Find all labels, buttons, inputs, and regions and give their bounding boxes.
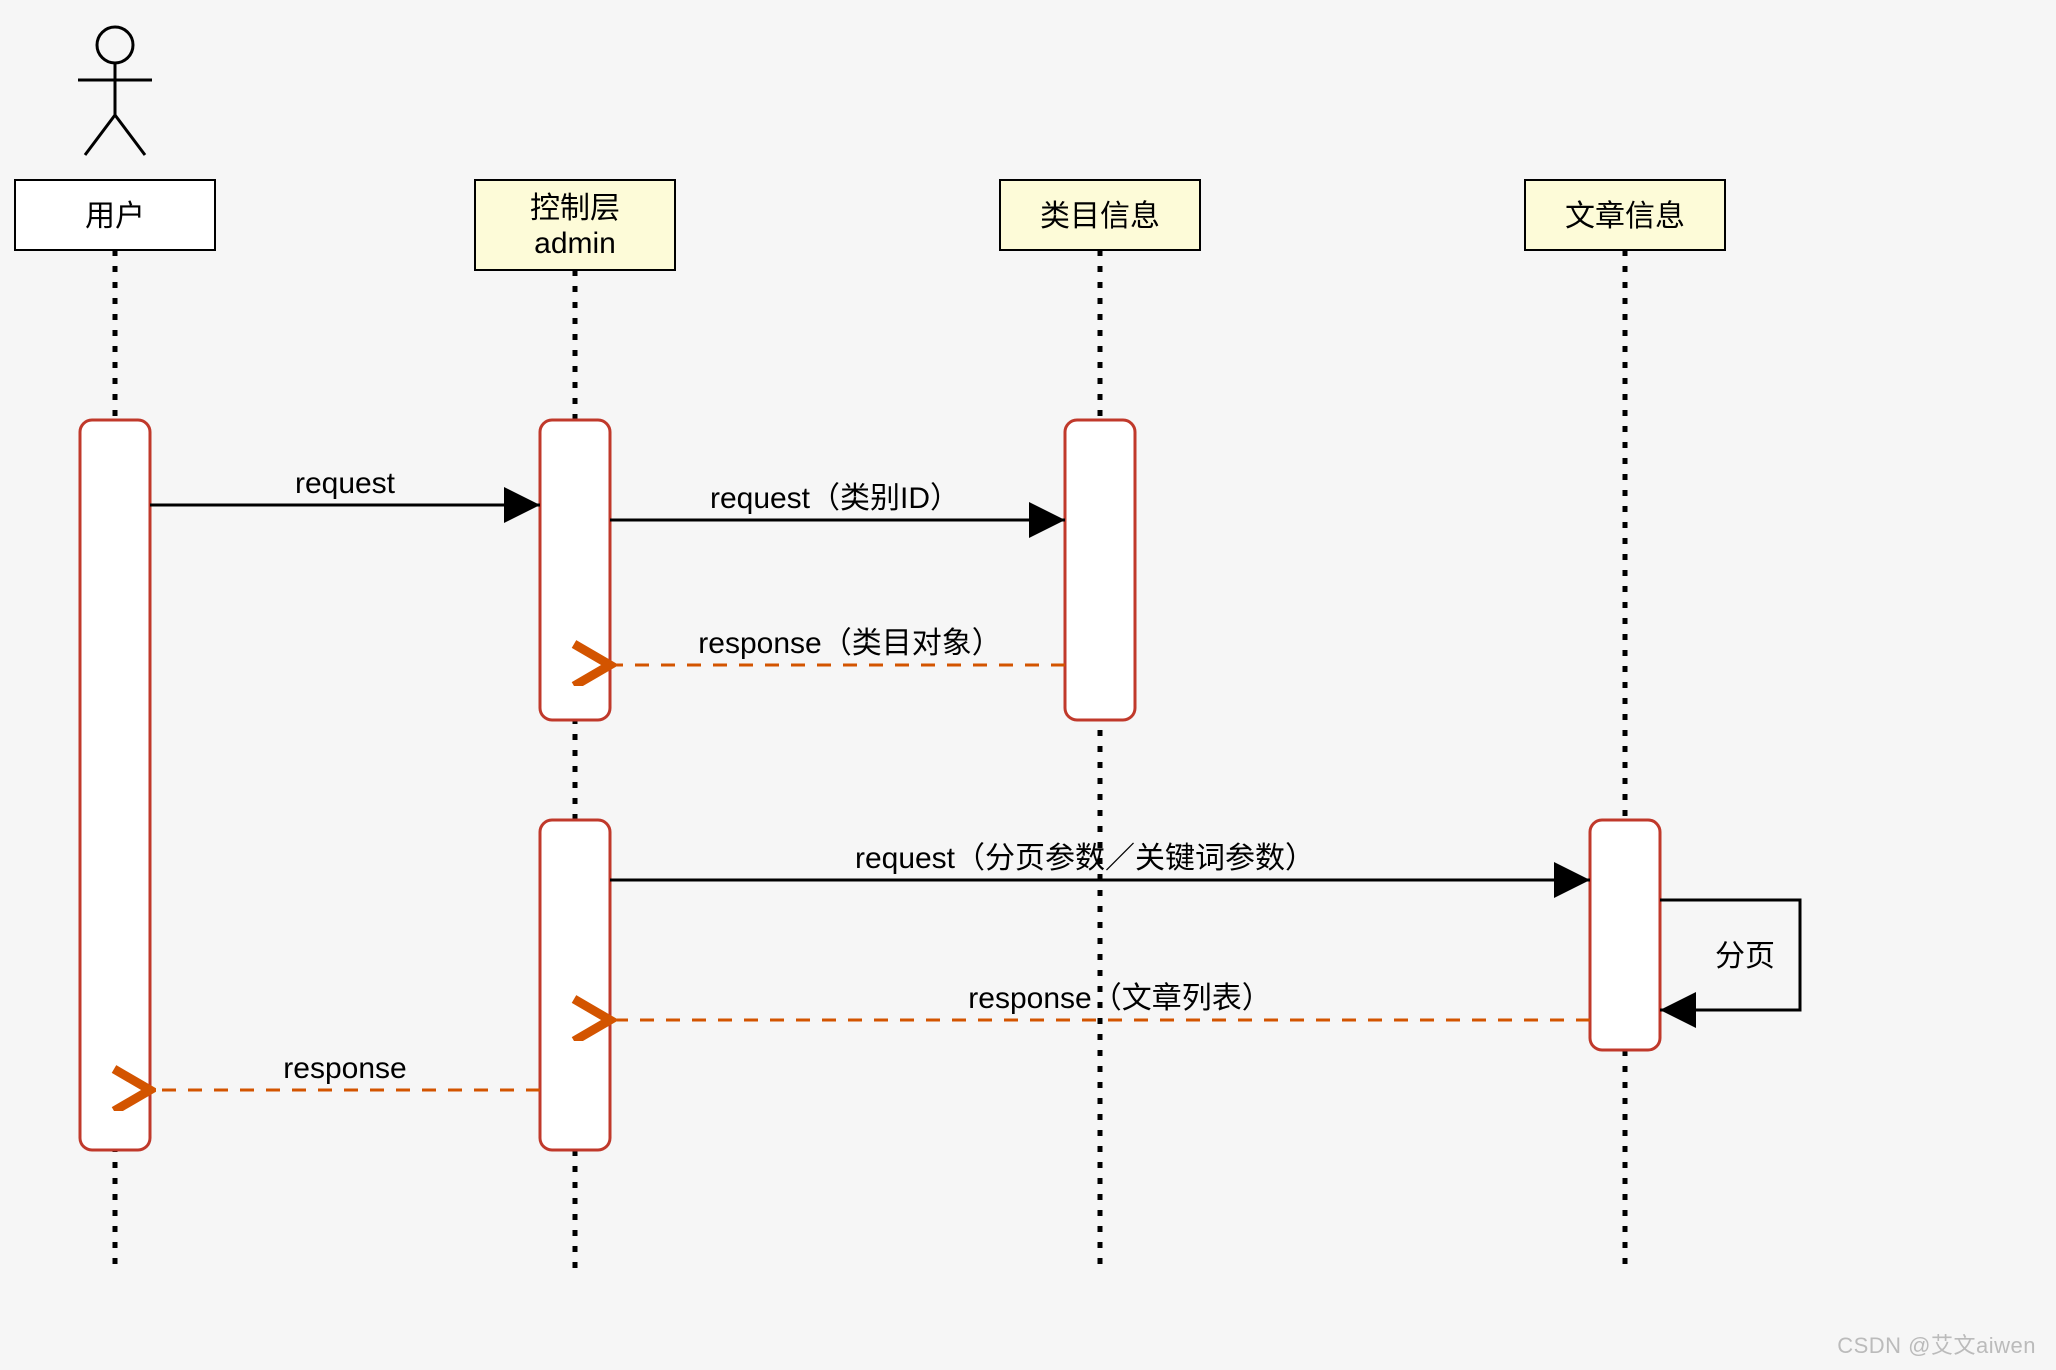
msg-self-pagination: 分页: [1660, 900, 1800, 1010]
msg-response-5-label: response（文章列表）: [968, 982, 1271, 1015]
activation-admin-2: [540, 820, 610, 1150]
activation-admin-1: [540, 420, 610, 720]
msg-request-4-label: request（分页参数／关键词参数）: [855, 842, 1315, 875]
activation-user: [80, 420, 150, 1150]
participant-category: 类目信息: [1000, 180, 1200, 250]
activation-category: [1065, 420, 1135, 720]
participant-admin-label1: 控制层: [530, 192, 620, 225]
sequence-diagram: 用户 控制层 admin 类目信息 文章信息 request request（类…: [0, 0, 2056, 1370]
msg-response-3-label: response（类目对象）: [698, 627, 1001, 660]
participant-admin: 控制层 admin: [475, 180, 675, 270]
participant-admin-label2: admin: [534, 227, 616, 260]
activation-article: [1590, 820, 1660, 1050]
participant-article-label: 文章信息: [1565, 200, 1685, 233]
participant-article: 文章信息: [1525, 180, 1725, 250]
msg-request-1-label: request: [295, 467, 396, 500]
watermark: CSDN @艾文aiwen: [1837, 1328, 2036, 1360]
participant-user-label: 用户: [85, 200, 145, 233]
msg-response-6-label: response: [283, 1052, 406, 1085]
participant-user: 用户: [15, 180, 215, 250]
actor-icon: [78, 27, 152, 155]
msg-request-2-label: request（类别ID）: [710, 482, 960, 515]
msg-self-pagination-label: 分页: [1715, 940, 1775, 973]
participant-category-label: 类目信息: [1040, 200, 1160, 233]
